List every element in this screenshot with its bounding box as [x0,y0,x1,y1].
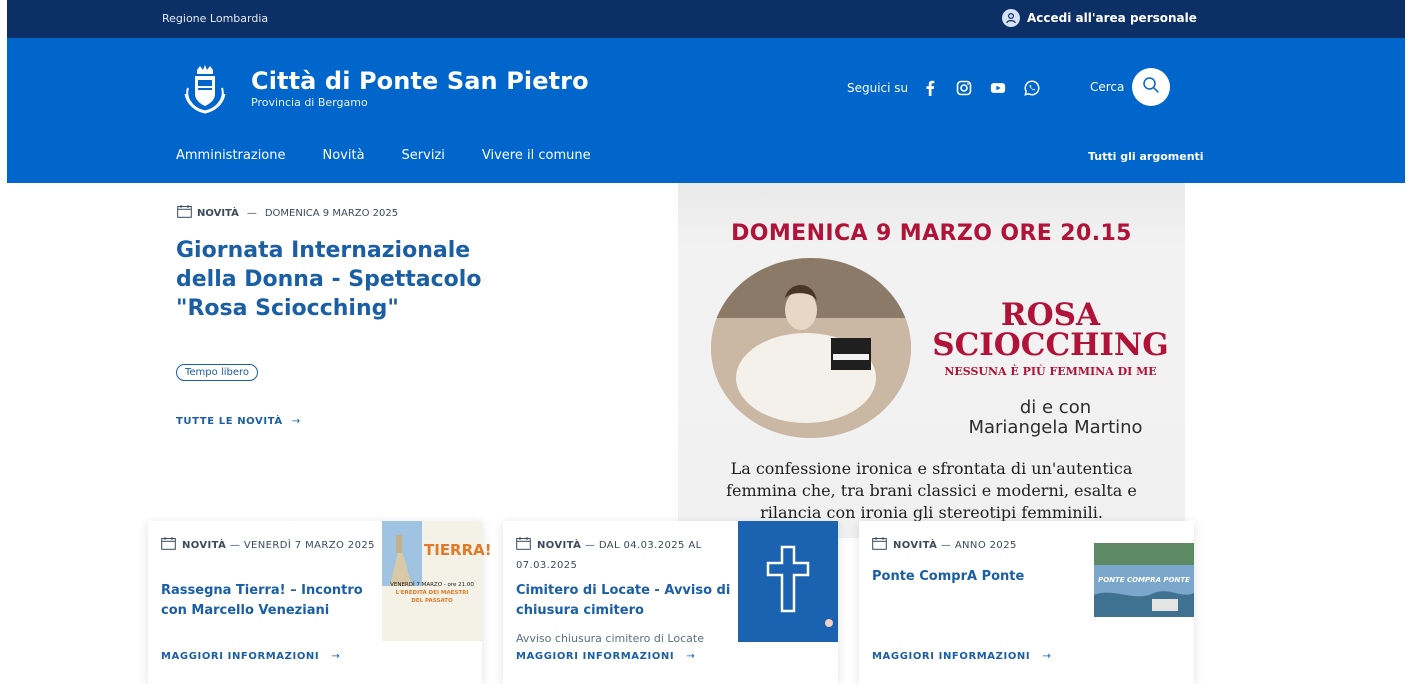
card-meta: NOVITÀ — VENERDÌ 7 MARZO 2025 [161,537,376,557]
calendar-icon [872,537,887,557]
news-card[interactable]: NOVITÀ — DAL 04.03.2025 AL 07.03.2025 Ci… [503,521,838,684]
card-thumbnail[interactable]: PONTE COMPRA PONTE [1094,543,1194,617]
card-description: Avviso chiusura cimitero di Locate [516,632,704,645]
card-thumbnail[interactable]: TIERRA! VENERDÌ 7 MARZO - ore 21.00 L'ER… [382,521,492,641]
more-info-label: MAGGIORI INFORMAZIONI [516,651,675,662]
nav-item-servizi[interactable]: Servizi [402,148,445,163]
thumbnail-line1: VENERDÌ 7 MARZO - ore 21.00 [390,582,474,588]
news-card[interactable]: NOVITÀ — VENERDÌ 7 MARZO 2025 Rassegna T… [148,521,492,684]
youtube-icon[interactable] [990,80,1006,96]
thumbnail-line3: DEL PASSATO [411,598,453,604]
center-header: Città di Ponte San Pietro Provincia di B… [7,38,1405,183]
card-thumbnail[interactable] [738,521,838,642]
poster-photo [711,258,911,438]
user-icon [1002,9,1020,27]
more-info-link[interactable]: MAGGIORI INFORMAZIONI → [161,651,340,662]
nav-item-amministrazione[interactable]: Amministrazione [176,148,286,163]
poster-description: La confessione ironica e sfrontata di un… [726,459,1137,522]
hero-category[interactable]: NOVITÀ [197,208,239,219]
site-title[interactable]: Città di Ponte San Pietro [251,67,589,95]
hero-date: DOMENICA 9 MARZO 2025 [264,207,399,219]
search-icon [1142,76,1160,98]
hero-poster-image[interactable]: DOMENICA 9 MARZO ORE 20.15 ROSA SCIOCCHI… [678,183,1185,538]
instagram-icon[interactable] [956,80,972,96]
thumbnail-text: VENERDÌ 7 MARZO - ore 21.00 L'EREDITÀ DE… [384,581,480,605]
facebook-icon[interactable] [922,80,938,96]
nav-item-novita[interactable]: Novità [323,148,365,163]
poster-name-line2: SCIOCCHING [932,327,1169,363]
card-category[interactable]: NOVITÀ [537,540,581,551]
card-category[interactable]: NOVITÀ [182,540,226,551]
social-label: Seguici su [847,81,909,95]
hero-meta: NOVITÀ — DOMENICA 9 MARZO 2025 [177,205,398,221]
calendar-icon [177,205,192,221]
poster-by-line2: Mariangela Martino [968,417,1143,438]
nav-item-vivere-il-comune[interactable]: Vivere il comune [482,148,591,163]
calendar-icon [516,537,531,557]
card-meta: NOVITÀ — DAL 04.03.2025 AL 07.03.2025 [516,537,731,575]
poster-by-line1: di e con [1019,397,1092,418]
card-title[interactable]: Rassegna Tierra! – Incontro con Marcello… [161,581,371,621]
hero-title[interactable]: Giornata Internazionale della Donna - Sp… [176,236,536,323]
arrow-right-icon: → [291,416,301,427]
arrow-right-icon: → [1042,651,1052,662]
more-info-label: MAGGIORI INFORMAZIONI [872,651,1031,662]
poster-author: di e con Mariangela Martino [928,398,1183,438]
poster-name-line1: ROSA [1000,297,1101,333]
slim-header: Regione Lombardia Accedi all'area person… [7,0,1405,38]
poster-tagline: NESSUNA È PIÙ FEMMINA DI ME [944,365,1157,378]
arrow-right-icon: → [686,651,696,662]
region-link[interactable]: Regione Lombardia [162,12,268,25]
thumbnail-heading: TIERRA! [424,541,492,559]
separator: — [246,207,257,219]
more-info-label: MAGGIORI INFORMAZIONI [161,651,320,662]
more-info-link[interactable]: MAGGIORI INFORMAZIONI → [872,651,1051,662]
thumbnail-text: PONTE COMPRA PONTE [1098,576,1190,584]
login-label: Accedi all'area personale [1027,11,1197,25]
thumbnail-line2: L'EREDITÀ DEI MAESTRI [395,590,469,596]
site-subtitle: Provincia di Bergamo [251,96,368,109]
card-date: VENERDÌ 7 MARZO 2025 [243,540,375,551]
social-links: Seguici su [847,80,1058,96]
all-topics-link[interactable]: Tutti gli argomenti [1088,150,1204,163]
tag-chip[interactable]: Tempo libero [176,364,259,381]
login-button[interactable]: Accedi all'area personale [1002,9,1197,27]
card-title[interactable]: Cimitero di Locate - Avviso di chiusura … [516,581,731,621]
all-news-label: TUTTE LE NOVITÀ [176,416,283,427]
poster-date: DOMENICA 9 MARZO ORE 20.15 [731,221,1132,246]
more-info-link[interactable]: MAGGIORI INFORMAZIONI → [516,651,695,662]
all-news-link[interactable]: TUTTE LE NOVITÀ → [176,416,301,427]
news-card[interactable]: NOVITÀ — ANNO 2025 Ponte ComprA Ponte MA… [859,521,1194,684]
search-label[interactable]: Cerca [1090,80,1124,94]
search-button[interactable] [1132,68,1170,106]
calendar-icon [161,537,176,557]
poster-name: ROSA SCIOCCHING [918,297,1183,363]
card-meta: NOVITÀ — ANNO 2025 [872,537,1097,557]
card-category[interactable]: NOVITÀ [893,540,937,551]
arrow-right-icon: → [331,651,341,662]
whatsapp-icon[interactable] [1024,80,1040,96]
cross-icon [738,521,838,646]
city-crest-icon[interactable] [182,64,228,116]
card-date: ANNO 2025 [954,540,1017,551]
card-title[interactable]: Ponte ComprA Ponte [872,567,1092,587]
main-navigation: Amministrazione Novità Servizi Vivere il… [176,148,628,163]
page: Regione Lombardia Accedi all'area person… [0,0,1408,684]
